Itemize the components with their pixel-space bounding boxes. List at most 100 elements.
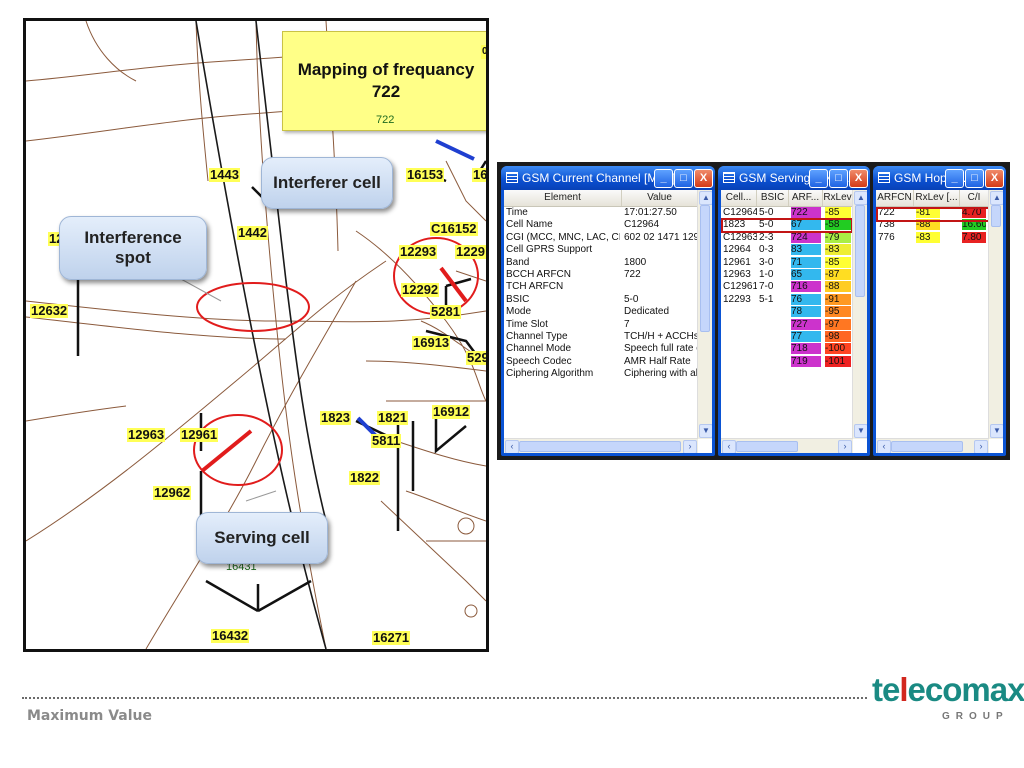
cell-name-cell: 12963	[723, 269, 751, 280]
value-cell	[624, 244, 698, 255]
horizontal-scrollbar[interactable]: ‹ ›	[504, 438, 698, 453]
rxlev-cell: -83	[825, 244, 851, 256]
table-body: C12964 5-0 722 -85 1823 5-0 67 -58 C12963 2-3 724-…	[721, 207, 853, 439]
scroll-right-arrow-icon[interactable]: ›	[838, 440, 852, 453]
element-cell: Ciphering Algorithm	[506, 368, 594, 380]
grid-icon	[506, 172, 518, 183]
grid-icon	[723, 172, 735, 183]
close-button[interactable]: X	[849, 169, 868, 188]
close-button[interactable]: X	[985, 169, 1004, 188]
cell-name-cell: C12964	[723, 207, 757, 218]
column-header-rxlev[interactable]: RxLev	[823, 190, 853, 206]
hscroll-thumb[interactable]	[736, 441, 798, 452]
scroll-left-arrow-icon[interactable]: ‹	[722, 440, 736, 453]
window-current-channel[interactable]: GSM Current Channel [MS1] _ □ X Element …	[501, 166, 715, 456]
table-current-channel[interactable]: Element Value Time 17:01:27.50 Cell Name C1…	[504, 190, 712, 453]
scroll-down-arrow-icon[interactable]: ▼	[990, 424, 1003, 438]
window-titlebar[interactable]: GSM Serving + Ne... _ □ X	[718, 166, 870, 190]
element-cell: BSIC	[506, 293, 530, 305]
scroll-down-arrow-icon[interactable]: ▼	[699, 424, 712, 438]
site-label-16271: 16271	[372, 630, 411, 645]
column-header-element[interactable]: Element	[504, 190, 622, 206]
scroll-right-arrow-icon[interactable]: ›	[683, 440, 697, 453]
column-header-rxlev[interactable]: RxLev [...	[914, 190, 960, 206]
scroll-right-arrow-icon[interactable]: ›	[974, 440, 988, 453]
horizontal-scrollbar[interactable]: ‹ ›	[721, 438, 853, 453]
scroll-up-arrow-icon[interactable]: ▲	[699, 191, 712, 205]
value-cell: Dedicated	[624, 306, 670, 318]
callout-interferer-cell: Interferer cell	[261, 157, 393, 209]
table-hopping[interactable]: ARFCN RxLev [... C/I 722 -81 4.70 738 -88 16.…	[876, 190, 1003, 453]
arfcn-cell: 722	[791, 207, 821, 218]
scroll-up-arrow-icon[interactable]: ▲	[854, 191, 867, 205]
scroll-up-arrow-icon[interactable]: ▲	[990, 191, 1003, 205]
maximize-button[interactable]: □	[829, 169, 848, 188]
site-label-1823: 1823	[320, 410, 351, 425]
maximize-button[interactable]: □	[965, 169, 984, 188]
cell-name-cell: 12964	[723, 244, 751, 256]
value-cell: 17:01:27.50	[624, 207, 677, 218]
column-header-arfcn[interactable]: ARFCN	[876, 190, 914, 206]
element-cell: Time	[506, 207, 528, 218]
cell-name-cell: C12961	[723, 281, 757, 293]
value-cell: C12964	[624, 219, 660, 231]
logo-part-max: max	[961, 671, 1024, 708]
column-header-ci[interactable]: C/I	[960, 190, 989, 206]
vertical-scrollbar[interactable]: ▲ ▼	[852, 190, 867, 439]
vertical-scrollbar[interactable]: ▲ ▼	[697, 190, 712, 439]
column-header-cell[interactable]: Cell...	[721, 190, 757, 206]
scroll-down-arrow-icon[interactable]: ▼	[854, 424, 867, 438]
window-titlebar[interactable]: GSM Hoppin... _ □ X	[873, 166, 1006, 190]
hscroll-thumb[interactable]	[519, 441, 681, 452]
element-cell: Mode	[506, 306, 532, 318]
element-cell: Channel Mode	[506, 343, 572, 355]
value-cell: AMR Half Rate	[624, 355, 691, 367]
element-cell: Speech Codec	[506, 355, 572, 367]
scroll-left-arrow-icon[interactable]: ‹	[505, 440, 519, 453]
element-cell: TCH ARFCN	[506, 281, 564, 293]
scroll-thumb[interactable]	[855, 205, 865, 297]
table-body: 722 -81 4.70 738 -88 16.60 776 -83 7.80	[876, 207, 989, 439]
window-hopping[interactable]: GSM Hoppin... _ □ X ARFCN RxLev [... C/I…	[873, 166, 1006, 456]
site-label-12632: 12632	[30, 303, 69, 318]
table-serving-neighbors[interactable]: Cell... BSIC ARF... RxLev C12964 5-0 722 -8…	[721, 190, 867, 453]
site-label-1443: 1443	[209, 167, 240, 182]
column-header-bsic[interactable]: BSIC	[757, 190, 789, 206]
close-button[interactable]: X	[694, 169, 713, 188]
logo-part-te: te	[872, 671, 900, 708]
footer-tagline: Maximum Value	[27, 708, 153, 724]
rxlev-cell: -87	[825, 269, 851, 280]
hscroll-thumb[interactable]	[891, 441, 963, 452]
minimize-button[interactable]: _	[654, 169, 673, 188]
cell-name-cell	[723, 319, 757, 330]
scroll-thumb[interactable]	[991, 205, 1001, 227]
column-header-arfcn[interactable]: ARF...	[789, 190, 823, 206]
value-cell	[624, 281, 698, 292]
scroll-left-arrow-icon[interactable]: ‹	[877, 440, 891, 453]
minimize-button[interactable]: _	[945, 169, 964, 188]
element-cell: Channel Type	[506, 331, 568, 342]
column-header-value[interactable]: Value	[622, 190, 698, 206]
site-label-529: 529	[466, 350, 489, 365]
site-label-0: 0	[481, 45, 488, 59]
bsic-cell: 0-3	[759, 244, 774, 256]
cell-name-cell	[723, 331, 757, 342]
horizontal-scrollbar[interactable]: ‹ ›	[876, 438, 989, 453]
minimize-button[interactable]: _	[809, 169, 828, 188]
rxlev-cell: -85	[825, 256, 851, 268]
window-titlebar[interactable]: GSM Current Channel [MS1] _ □ X	[501, 166, 715, 190]
scroll-thumb[interactable]	[700, 205, 710, 332]
window-serving-neighbors[interactable]: GSM Serving + Ne... _ □ X Cell... BSIC A…	[718, 166, 870, 456]
value-cell: Speech full rate or half r	[624, 343, 698, 355]
rxlev-cell: -79	[825, 231, 851, 243]
value-cell: 7	[624, 318, 630, 330]
value-cell: 602 02 1471 12968	[624, 231, 698, 243]
element-cell: BCCH ARFCN	[506, 269, 572, 280]
vertical-scrollbar[interactable]: ▲ ▼	[988, 190, 1003, 439]
window-title: GSM Current Channel [MS1]	[522, 171, 676, 185]
site-ghost-722: 722	[376, 114, 395, 126]
arfcn-cell: 724	[791, 231, 821, 243]
bsic-cell	[759, 331, 787, 342]
logo-part-l: l	[899, 671, 908, 708]
maximize-button[interactable]: □	[674, 169, 693, 188]
